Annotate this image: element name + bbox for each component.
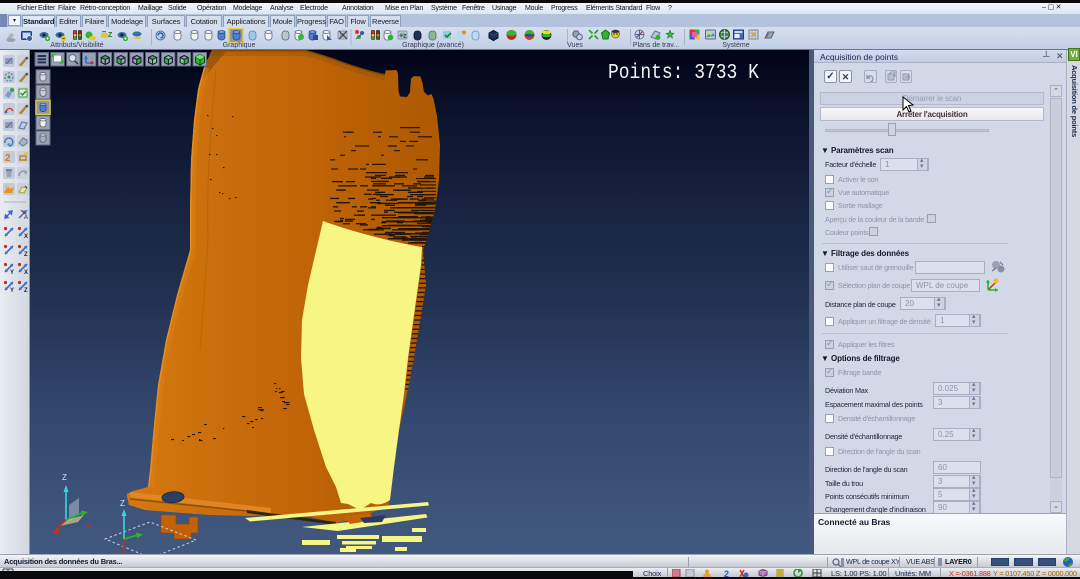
svg-text:Y: Y (10, 270, 14, 276)
svg-text:Z: Z (108, 32, 113, 39)
svg-text:X: X (24, 270, 28, 276)
svg-text:A: A (24, 215, 28, 221)
svg-text:+z: +z (399, 33, 407, 40)
svg-text:Z: Z (62, 473, 67, 482)
svg-text:Y: Y (10, 288, 14, 294)
svg-text:Z: Z (120, 499, 125, 508)
svg-text:Z: Z (24, 252, 28, 258)
svg-text:X: X (24, 234, 28, 240)
svg-text:2: 2 (5, 153, 11, 164)
svg-text:Z: Z (24, 288, 28, 294)
